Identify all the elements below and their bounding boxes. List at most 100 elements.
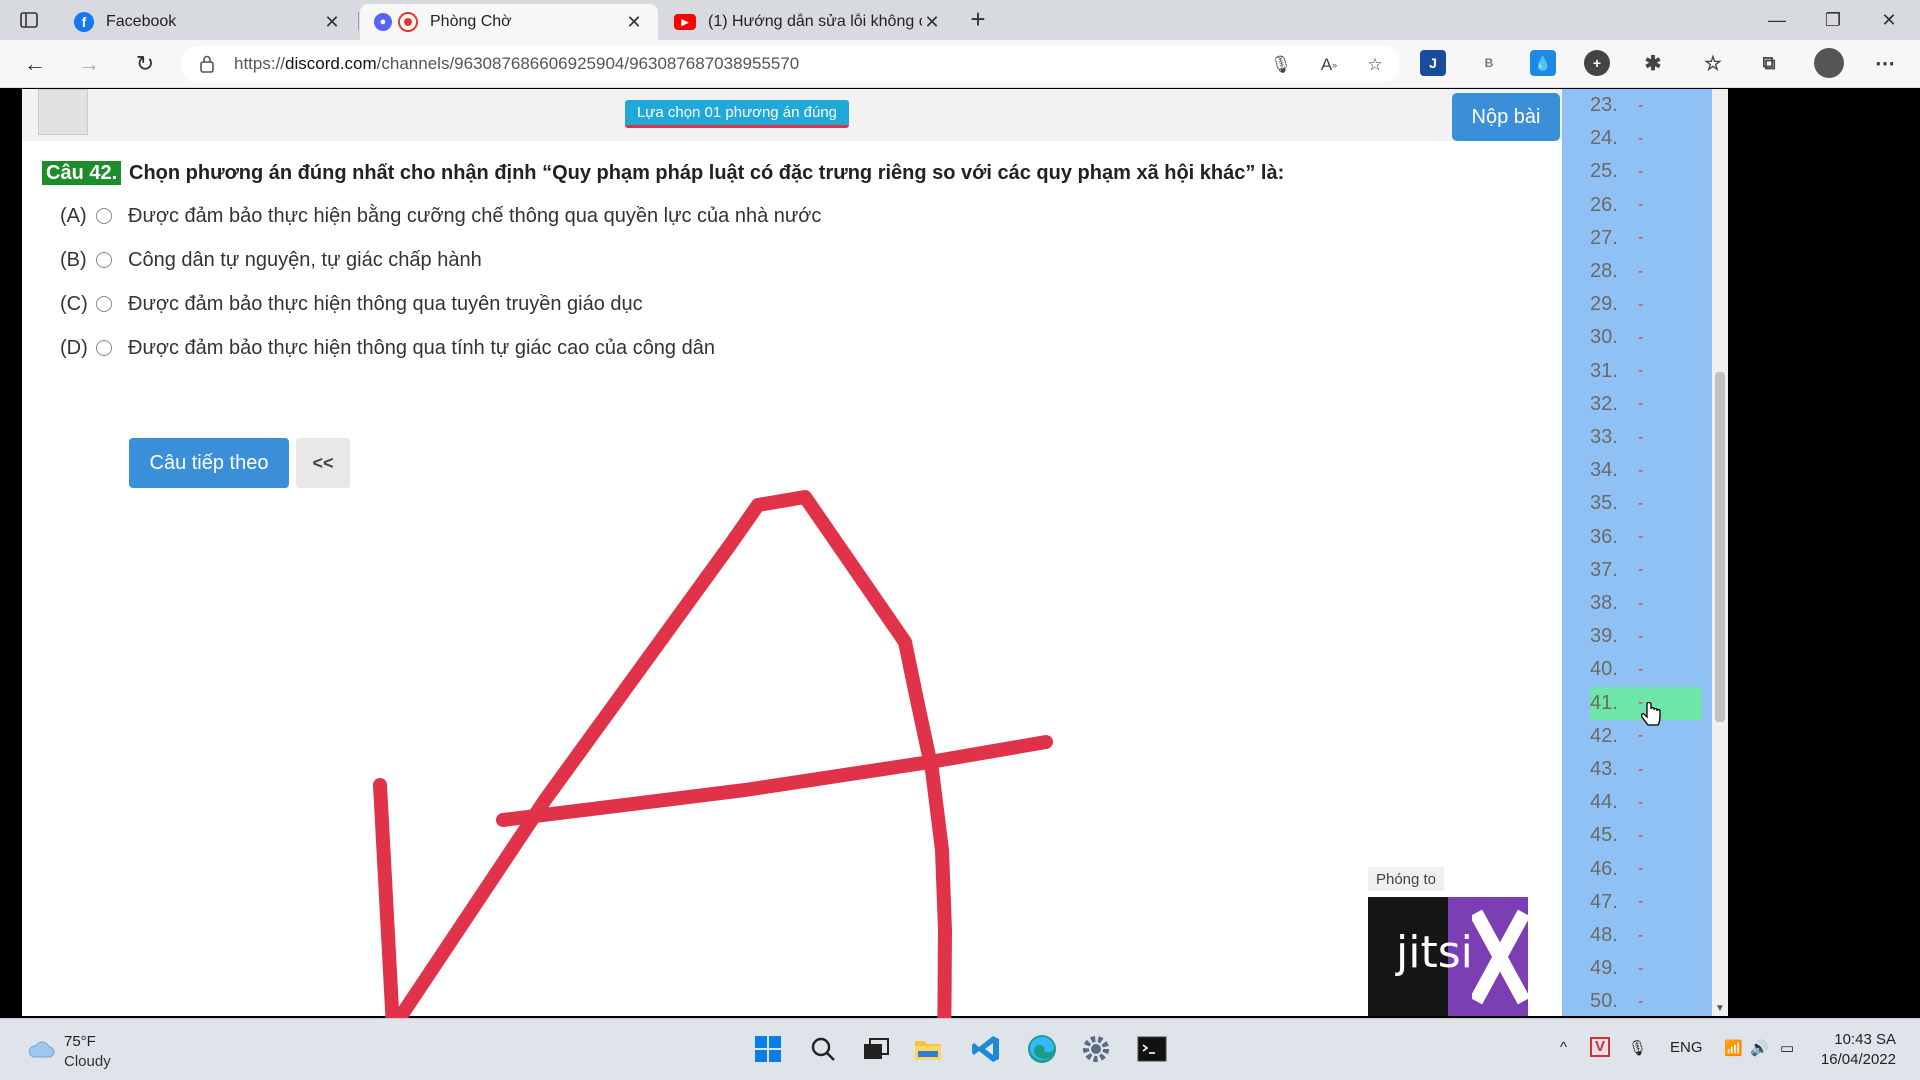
file-explorer-icon[interactable] [910, 1031, 946, 1067]
search-icon[interactable] [805, 1031, 841, 1067]
question-nav-item[interactable]: 38. - [1590, 587, 1702, 620]
extension-j-icon[interactable]: J [1420, 50, 1446, 76]
question-nav-item[interactable]: 33. - [1590, 421, 1702, 454]
question-nav-number: 32. [1590, 392, 1618, 415]
question-nav-item[interactable]: 50. - [1590, 985, 1702, 1016]
collections-icon[interactable]: ⧉ [1756, 50, 1782, 76]
answer-option-b[interactable]: (B) Công dân tự nguyện, tự giác chấp hàn… [60, 246, 482, 274]
reload-icon[interactable]: ↻ [130, 50, 160, 78]
url-text: https://discord.com/channels/96308768660… [234, 54, 800, 73]
question-nav-item[interactable]: 44. - [1590, 786, 1702, 819]
answer-option-a[interactable]: (A) Được đảm bảo thực hiện bằng cưỡng ch… [60, 202, 821, 230]
exam-header: Lựa chọn 01 phương án đúng Nộp bài [22, 89, 1562, 141]
question-nav-number: 40. [1590, 658, 1618, 681]
expand-video-label[interactable]: Phóng to [1368, 867, 1444, 891]
question-nav-item[interactable]: 32. - [1590, 388, 1702, 421]
next-question-button[interactable]: Câu tiếp theo [129, 438, 289, 488]
volume-icon[interactable]: 🔊 [1750, 1039, 1769, 1057]
close-tab-icon[interactable]: ✕ [322, 12, 342, 33]
option-text: Công dân tự nguyện, tự giác chấp hành [128, 248, 482, 271]
close-tab-icon[interactable]: ✕ [624, 12, 644, 33]
battery-icon[interactable]: ▭ [1780, 1039, 1794, 1057]
question-nav-item[interactable]: 28. - [1590, 255, 1702, 288]
vivaldi-icon[interactable]: V [1590, 1037, 1610, 1057]
extensions-puzzle-icon[interactable]: ✱ [1640, 50, 1666, 76]
favorites-icon[interactable]: ☆ [1700, 50, 1726, 76]
new-tab-icon[interactable]: + [964, 6, 992, 34]
question-nav-item[interactable]: 30. - [1590, 321, 1702, 354]
microphone-tray-icon[interactable]: 🎙 [1628, 1039, 1647, 1057]
radio-button[interactable] [96, 252, 112, 268]
question-nav-item[interactable]: 27. - [1590, 222, 1702, 255]
extension-b-icon[interactable]: B [1476, 50, 1502, 76]
question-nav-item[interactable]: 34. - [1590, 454, 1702, 487]
answer-option-d[interactable]: (D) Được đảm bảo thực hiện thông qua tín… [60, 334, 715, 362]
question-nav-item[interactable]: 29. - [1590, 288, 1702, 321]
question-nav-item[interactable]: 45. - [1590, 819, 1702, 852]
language-indicator[interactable]: ENG [1670, 1039, 1703, 1056]
question-nav-item[interactable]: 24. - [1590, 122, 1702, 155]
settings-gear-icon[interactable] [1078, 1031, 1114, 1067]
question-nav-item[interactable]: 37. - [1590, 554, 1702, 587]
scrollbar-thumb[interactable] [1715, 372, 1725, 722]
weather-temperature[interactable]: 75°F [64, 1033, 96, 1050]
video-preview[interactable]: jitsi [1368, 897, 1528, 1016]
profile-avatar[interactable] [1814, 48, 1844, 78]
scroll-down-icon[interactable]: ▼ [1715, 1003, 1725, 1014]
answer-option-c[interactable]: (C) Được đảm bảo thực hiện thông qua tuy… [60, 290, 643, 318]
question-nav-status: - [1638, 594, 1644, 612]
add-favorite-icon[interactable]: ☆ [1364, 54, 1386, 76]
clock-time: 10:43 SA [1834, 1031, 1896, 1048]
lock-icon[interactable] [200, 55, 214, 78]
start-icon[interactable] [750, 1031, 786, 1067]
tab-actions-icon[interactable] [14, 8, 44, 32]
chevron-up-icon[interactable]: ^ [1560, 1039, 1567, 1056]
address-bar[interactable]: https://discord.com/channels/96308768660… [180, 46, 1400, 82]
question-nav-item[interactable]: 36. - [1590, 521, 1702, 554]
question-nav-item[interactable]: 46. - [1590, 853, 1702, 886]
question-nav-item[interactable]: 23. - [1590, 89, 1702, 122]
close-tab-icon[interactable]: ✕ [922, 12, 942, 33]
previous-question-button[interactable]: << [296, 438, 350, 488]
extension-drop-icon[interactable]: 💧 [1530, 50, 1556, 76]
question-nav-item[interactable]: 48. - [1590, 919, 1702, 952]
jitsi-x-icon [1472, 909, 1528, 1005]
question-nav-item[interactable]: 31. - [1590, 355, 1702, 388]
system-clock[interactable]: 10:43 SA 16/04/2022 [1821, 1030, 1896, 1070]
question-nav-status: - [1638, 494, 1644, 512]
tab-phong-cho[interactable]: ● Phòng Chờ ✕ [360, 4, 658, 40]
forward-icon[interactable]: → [74, 50, 104, 78]
extension-plus-icon[interactable]: + [1584, 50, 1610, 76]
radio-button[interactable] [96, 208, 112, 224]
question-nav-item[interactable]: 39. - [1590, 620, 1702, 653]
edge-icon[interactable] [1024, 1031, 1060, 1067]
minimize-icon[interactable]: — [1749, 0, 1805, 40]
weather-condition[interactable]: Cloudy [64, 1053, 111, 1070]
option-text: Được đảm bảo thực hiện thông qua tuyên t… [128, 292, 643, 315]
submit-button[interactable]: Nộp bài [1452, 93, 1560, 141]
radio-button[interactable] [96, 296, 112, 312]
close-window-icon[interactable]: ✕ [1861, 0, 1917, 40]
question-nav-item[interactable]: 26. - [1590, 189, 1702, 222]
radio-button[interactable] [96, 340, 112, 356]
tab-facebook[interactable]: f Facebook ✕ [60, 4, 356, 40]
task-view-icon[interactable] [858, 1031, 894, 1067]
question-nav-item[interactable]: 25. - [1590, 155, 1702, 188]
terminal-icon[interactable] [1134, 1031, 1170, 1067]
tab-youtube[interactable]: ▶ (1) Hướng dẫn sửa lỗi không chi ✕ [660, 4, 956, 40]
restore-icon[interactable]: ❐ [1805, 0, 1861, 40]
question-nav-number: 48. [1590, 924, 1618, 946]
scrollbar[interactable]: ▼ [1712, 89, 1728, 1016]
question-nav-number: 23. [1590, 94, 1618, 116]
read-aloud-icon[interactable]: A» [1318, 54, 1340, 76]
question-nav-item[interactable]: 35. - [1590, 487, 1702, 520]
microphone-icon[interactable]: 🎙 [1270, 54, 1292, 76]
wifi-icon[interactable]: 📶 [1724, 1039, 1743, 1057]
more-menu-icon[interactable]: ⋯ [1872, 50, 1898, 76]
back-icon[interactable]: ← [20, 50, 50, 78]
vscode-icon[interactable] [968, 1031, 1004, 1067]
question-nav-item[interactable]: 47. - [1590, 886, 1702, 919]
question-nav-item[interactable]: 43. - [1590, 753, 1702, 786]
question-nav-item[interactable]: 40. - [1590, 653, 1702, 686]
question-nav-item[interactable]: 49. - [1590, 952, 1702, 985]
